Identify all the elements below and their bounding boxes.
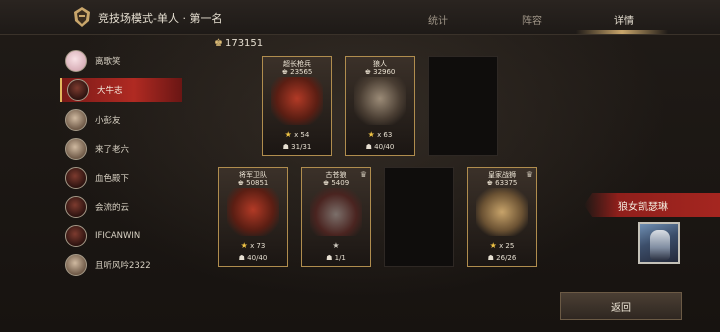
- player-item-4[interactable]: 来了老六: [60, 137, 180, 161]
- hero-portrait[interactable]: [638, 222, 680, 264]
- unit-card[interactable]: 将军卫队 ♚ 50851 ★ x 73 ☗ 40/40: [218, 167, 288, 267]
- back-button[interactable]: 返回: [560, 292, 682, 320]
- unit-card[interactable]: ♛ 皇家战狮 ♚ 63375 ★ x 25 ☗ 26/26: [467, 167, 537, 267]
- unit-troops: ☗ 40/40: [365, 143, 395, 151]
- tab-details[interactable]: 详情: [614, 12, 634, 27]
- empty-unit-slot[interactable]: [428, 56, 498, 156]
- unit-power: ♚ 63375: [486, 179, 518, 187]
- player-item-1[interactable]: 离歌笑: [60, 49, 180, 73]
- unit-power: ♚ 5409: [322, 179, 350, 187]
- unit-portrait: [271, 77, 323, 125]
- unit-power: ♚ 23565: [281, 68, 313, 76]
- avatar: [65, 50, 87, 72]
- player-item-2-selected[interactable]: 大牛志: [60, 78, 182, 102]
- avatar: [65, 109, 87, 131]
- player-name: 小彭友: [95, 116, 121, 126]
- active-tab-indicator: [576, 30, 668, 34]
- unit-stars: ★ x 54: [284, 130, 310, 139]
- total-power-value: 173151: [224, 38, 264, 49]
- unit-power: ♚ 32960: [364, 68, 396, 76]
- player-item-5[interactable]: 血色殿下: [60, 166, 180, 190]
- helmet-logo-icon: [74, 7, 90, 27]
- unit-troops: ☗ 26/26: [487, 254, 517, 262]
- player-name: 离歌笑: [95, 57, 121, 67]
- player-item-6[interactable]: 会流的云: [60, 195, 180, 219]
- player-name: 来了老六: [95, 145, 130, 155]
- unit-troops: ☗ 40/40: [238, 254, 268, 262]
- unit-stars: ★: [302, 241, 370, 250]
- troops-icon: ☗: [487, 254, 494, 262]
- player-name: 大牛志: [97, 86, 123, 96]
- player-item-8[interactable]: 且听风吟2322: [60, 253, 180, 277]
- top-bar: 竞技场模式-单人 · 第一名 统计 阵容 详情: [0, 0, 720, 35]
- player-name: 且听风吟2322: [95, 261, 151, 271]
- tab-lineup[interactable]: 阵容: [522, 12, 542, 27]
- unit-troops: ☗ 31/31: [282, 143, 312, 151]
- player-name: IFICANWIN: [95, 231, 141, 241]
- star-icon: ★: [367, 130, 375, 139]
- page-title: 竞技场模式-单人 · 第一名: [98, 12, 223, 25]
- empty-unit-slot[interactable]: [384, 167, 454, 267]
- hero-name: 狼女凯瑟琳: [618, 202, 668, 213]
- star-icon: ★: [240, 241, 248, 250]
- star-icon: ★: [489, 241, 497, 250]
- avatar: [65, 167, 87, 189]
- troops-icon: ☗: [365, 143, 372, 151]
- power-icon: ♚: [214, 38, 223, 49]
- star-icon: ★: [332, 241, 340, 250]
- hero-figure: [650, 230, 670, 260]
- troops-icon: ☗: [326, 254, 333, 262]
- player-item-3[interactable]: 小彭友: [60, 108, 180, 132]
- avatar: [67, 79, 89, 101]
- unit-stars: ★ x 63: [367, 130, 393, 139]
- unit-portrait: [476, 188, 528, 236]
- unit-card[interactable]: 狼人 ♚ 32960 ★ x 63 ☗ 40/40: [345, 56, 415, 156]
- unit-card[interactable]: 超长枪兵 ♚ 23565 ★ x 54 ☗ 31/31: [262, 56, 332, 156]
- avatar: [65, 254, 87, 276]
- total-power: ♚ 173151: [214, 38, 263, 49]
- avatar: [65, 196, 87, 218]
- unit-portrait: [310, 188, 362, 236]
- troops-icon: ☗: [238, 254, 245, 262]
- troops-icon: ☗: [282, 143, 289, 151]
- unit-card[interactable]: ♛ 古苍狼 ♚ 5409 ★ ☗ 1/1: [301, 167, 371, 267]
- unit-troops: ☗ 1/1: [326, 254, 346, 262]
- tab-stats[interactable]: 统计: [428, 12, 448, 27]
- player-name: 会流的云: [95, 203, 130, 213]
- star-icon: ★: [284, 130, 292, 139]
- avatar: [65, 138, 87, 160]
- avatar: [65, 225, 87, 247]
- unit-stars: ★ x 73: [240, 241, 266, 250]
- unit-portrait: [354, 77, 406, 125]
- player-item-7[interactable]: IFICANWIN: [60, 224, 180, 248]
- unit-power: ♚ 50851: [237, 179, 269, 187]
- unit-stars: ★ x 25: [489, 241, 515, 250]
- player-name: 血色殿下: [95, 174, 130, 184]
- unit-portrait: [227, 188, 279, 236]
